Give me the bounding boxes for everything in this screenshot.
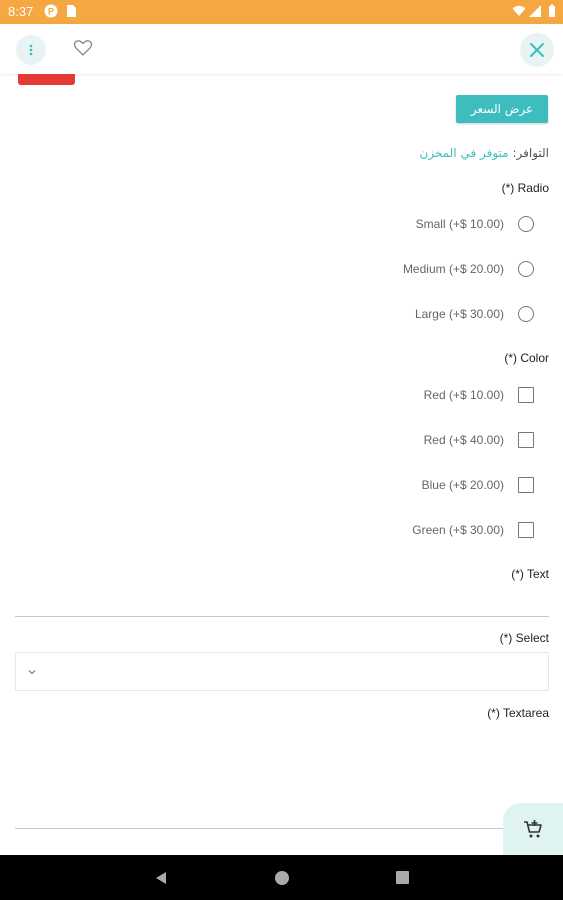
close-button[interactable] [520,33,554,67]
svg-text:P: P [48,7,54,17]
textarea-title: (*) Textarea [487,706,549,720]
availability: التوافر: متوفر في المخزن [420,146,549,160]
select-field-title: (*) Select [499,631,549,645]
sim-card-icon [67,5,76,17]
checkbox-green[interactable] [518,522,534,538]
wifi-icon [512,5,526,16]
checkbox-red-40[interactable] [518,432,534,448]
checkbox-option-label[interactable]: Red (+$ 10.00) [424,388,504,402]
heart-icon[interactable] [73,38,93,58]
add-to-cart-icon [524,820,542,838]
text-input-underline [15,616,549,617]
battery-icon [549,4,555,17]
status-bar: 8:37 P [0,0,563,24]
close-icon [530,43,544,57]
radio-option-label[interactable]: Large (+$ 30.00) [415,307,504,321]
show-price-button[interactable]: عرض السعر [456,95,548,123]
status-time: 8:37 [8,4,34,19]
availability-label: التوافر: [512,146,549,160]
sale-badge [18,74,75,85]
more-options-button[interactable] [16,35,46,65]
app-notification-icon: P [44,4,58,18]
checkbox-red-10[interactable] [518,387,534,403]
radio-section-title: (*) Radio [501,181,549,195]
color-section-title: (*) Color [504,351,549,365]
checkbox-option-label[interactable]: Green (+$ 30.00) [412,523,504,537]
radio-small[interactable] [518,216,534,232]
availability-status: متوفر في المخزن [419,146,509,160]
signal-icon [529,5,541,17]
radio-medium[interactable] [518,261,534,277]
checkbox-option-label[interactable]: Red (+$ 40.00) [424,433,504,447]
recent-apps-icon[interactable] [396,871,409,884]
checkbox-option-label[interactable]: Blue (+$ 20.00) [422,478,504,492]
text-field-title: (*) Text [511,567,549,581]
app-bar [0,24,563,74]
select-dropdown[interactable] [15,652,549,691]
home-icon[interactable] [275,871,289,885]
textarea-input[interactable] [15,728,549,828]
radio-option-label[interactable]: Medium (+$ 20.00) [403,262,504,276]
radio-large[interactable] [518,306,534,322]
more-vertical-icon [29,44,33,56]
back-icon[interactable] [154,871,168,885]
text-input[interactable] [15,590,549,616]
checkbox-blue[interactable] [518,477,534,493]
textarea-underline [15,828,549,829]
add-to-cart-button[interactable] [503,803,563,855]
chevron-down-icon [28,670,36,675]
radio-option-label[interactable]: Small (+$ 10.00) [416,217,504,231]
